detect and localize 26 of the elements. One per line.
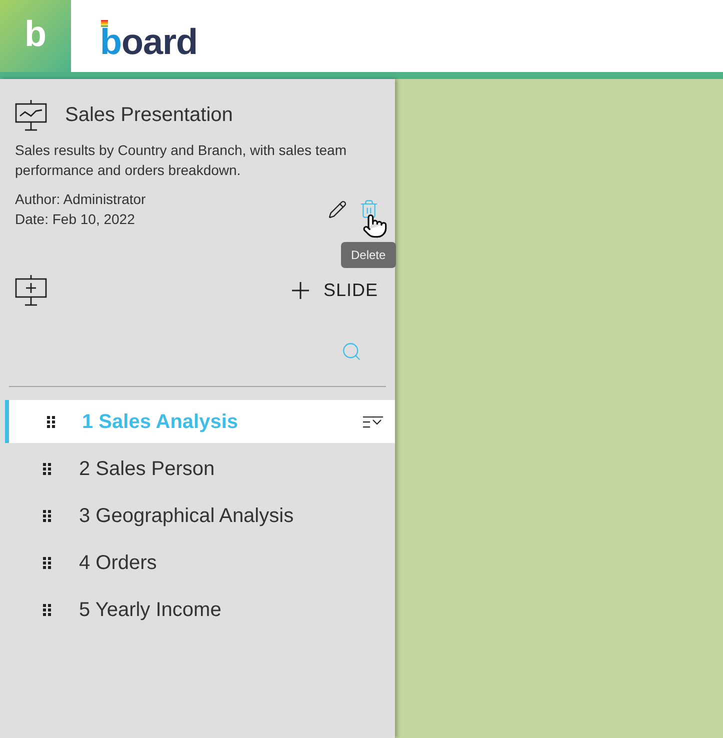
drag-handle-icon[interactable] (43, 462, 51, 474)
slide-item[interactable]: 2 Sales Person (5, 447, 395, 490)
presentation-description: Sales results by Country and Branch, with sales team performance and orders breakdown. (15, 141, 348, 180)
drag-handle-icon[interactable] (47, 416, 55, 428)
slide-item[interactable]: 3 Geographical Analysis (5, 494, 395, 537)
trash-icon (359, 199, 379, 219)
easel-chart-icon (15, 100, 47, 130)
drag-handle-icon[interactable] (43, 510, 51, 522)
logo-wordmark: board (100, 24, 198, 60)
search-icon (340, 340, 362, 362)
color-bars-icon (101, 20, 108, 27)
plus-icon (292, 282, 310, 298)
drag-handle-icon[interactable] (43, 556, 51, 568)
add-slide-button[interactable]: SLIDE (292, 278, 378, 302)
pencil-icon (328, 200, 346, 218)
slide-item[interactable]: 4 Orders (5, 541, 395, 584)
menu-chevron-icon[interactable] (363, 416, 383, 428)
edit-button[interactable] (327, 199, 347, 219)
author-text: Author: Administrator (15, 190, 146, 209)
presentation-title: Sales Presentation (65, 103, 233, 128)
easel-plus-icon[interactable] (15, 274, 47, 306)
slide-item[interactable]: 5 Yearly Income (5, 588, 395, 631)
hand-cursor-icon (362, 213, 388, 239)
date-text: Date: Feb 10, 2022 (15, 210, 136, 229)
drag-handle-icon[interactable] (43, 604, 51, 616)
tooltip: Delete (341, 242, 396, 268)
